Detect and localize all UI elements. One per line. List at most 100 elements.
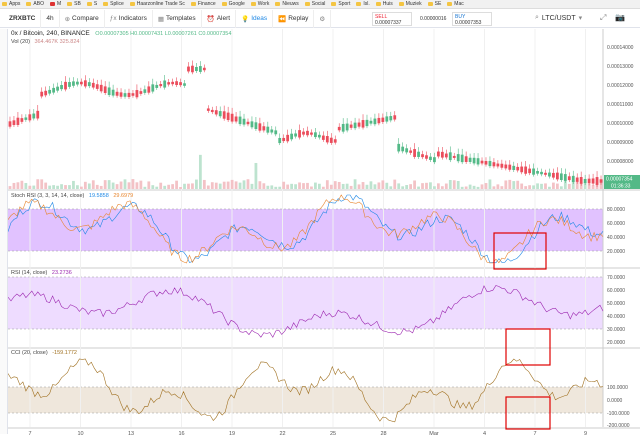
- candle-body: [306, 130, 309, 136]
- indicators-button[interactable]: ƒx Indicators: [105, 9, 153, 28]
- replay-button[interactable]: ⏪ Replay: [273, 9, 315, 28]
- candle-body: [460, 154, 464, 163]
- compare-button[interactable]: ⊕ Compare: [60, 9, 105, 28]
- folder-icon: [275, 2, 281, 6]
- candle-body: [274, 130, 278, 135]
- volume-bar: [567, 183, 571, 189]
- bookmark-17[interactable]: Mac: [447, 1, 464, 7]
- bookmark-13[interactable]: Isl.: [356, 1, 370, 7]
- bookmark-14[interactable]: Huis: [375, 1, 393, 7]
- bookmark-8[interactable]: Google: [221, 1, 245, 7]
- volume-bar: [369, 181, 373, 189]
- compare-icon: ⊕: [64, 15, 71, 23]
- bookmark-11[interactable]: Social: [304, 1, 325, 7]
- candle-body: [266, 126, 270, 133]
- bookmark-0[interactable]: Apps: [2, 1, 20, 7]
- candle-body: [329, 137, 333, 143]
- candle-body: [20, 118, 24, 122]
- volume-bar: [60, 184, 63, 189]
- candle-body: [83, 80, 87, 87]
- bookmark-3[interactable]: SB: [67, 1, 81, 7]
- bookmarks-bar: Apps ABO M SB S Splice Haarzonline Trade Sc Fin…: [0, 0, 640, 9]
- volume-label: Vol (20): [11, 39, 30, 45]
- bookmark-9[interactable]: Work: [250, 1, 270, 7]
- bookmark-1[interactable]: ABO: [26, 1, 44, 7]
- candle-body: [393, 115, 397, 120]
- folder-icon: [103, 2, 109, 6]
- time-tick-label: 16: [178, 431, 184, 437]
- bookmark-2[interactable]: M: [49, 1, 61, 7]
- candle-body: [433, 157, 436, 163]
- ideas-label: Ideas: [251, 15, 268, 22]
- time-tick-label: 10: [77, 431, 83, 437]
- bookmark-16[interactable]: SE: [427, 1, 441, 7]
- symbol-button[interactable]: ZRXBTC: [4, 9, 42, 28]
- candle-body: [504, 164, 508, 169]
- bookmark-12[interactable]: Sport: [331, 1, 350, 7]
- candle-body: [218, 111, 222, 117]
- candle-body: [107, 87, 111, 96]
- folder-icon: [331, 2, 337, 6]
- candle-body: [484, 161, 488, 165]
- bookmark-15[interactable]: Muziek: [398, 1, 422, 7]
- volume-bar: [147, 181, 151, 189]
- gmail-icon: [49, 2, 55, 6]
- interval-button[interactable]: 4h: [41, 9, 60, 28]
- camera-icon[interactable]: 📷: [615, 13, 625, 22]
- candle-body: [444, 153, 448, 158]
- candle-body: [286, 134, 290, 142]
- candle-body: [40, 91, 44, 97]
- folder-icon: [250, 2, 256, 6]
- volume-bar: [155, 186, 159, 189]
- bookmark-label: Work: [257, 1, 270, 7]
- volume-bar: [270, 185, 274, 189]
- volume-bar: [198, 154, 202, 189]
- ideas-button[interactable]: 💡 Ideas: [236, 9, 274, 28]
- volume-bar: [421, 183, 424, 189]
- bookmark-10[interactable]: Nieuws: [275, 1, 299, 7]
- cci-legend: CCI (20, close) -159.1772: [11, 350, 77, 356]
- alert-label: Alert: [216, 15, 231, 22]
- volume-bar: [246, 179, 250, 189]
- settings-button[interactable]: ⚙: [314, 9, 332, 28]
- fullscreen-icon[interactable]: ⤢: [600, 13, 606, 23]
- volume-bar: [8, 186, 12, 189]
- templates-button[interactable]: ▦ Templates: [153, 9, 202, 28]
- volume-values: 364.467K 325.824: [34, 39, 80, 45]
- timer-label: 01:36:33: [611, 184, 631, 190]
- candle-body: [369, 120, 373, 124]
- indicator-tick-label: -100.0000: [607, 411, 630, 417]
- volume-bar: [329, 184, 333, 189]
- volume-bar: [476, 186, 480, 189]
- candle-body: [246, 121, 250, 125]
- candle-body: [599, 179, 603, 183]
- bookmark-5[interactable]: Splice: [103, 1, 124, 7]
- bookmark-6[interactable]: Haarzonline Trade Sc: [129, 1, 185, 7]
- pair-select[interactable]: ⌕ LTC/USDT ▾: [535, 14, 582, 22]
- candle-body: [270, 129, 274, 133]
- candle-body: [210, 109, 214, 113]
- rsi-value: 23.2736: [51, 270, 72, 276]
- volume-bar: [83, 181, 87, 189]
- pair-select-value: LTC/USDT: [541, 14, 576, 22]
- bookmark-7[interactable]: Finance: [190, 1, 216, 7]
- indicator-tick-label: 40.0000: [607, 235, 625, 241]
- candle-body: [575, 177, 579, 182]
- volume-bar: [206, 185, 210, 189]
- candle-body: [353, 122, 357, 129]
- candle-body: [452, 155, 456, 158]
- sell-button[interactable]: SELL 0.00007337: [372, 12, 412, 26]
- buy-button[interactable]: BUY 0.00007353: [452, 12, 492, 26]
- alert-button[interactable]: ⏰ Alert: [202, 9, 237, 28]
- candle-body: [528, 168, 532, 174]
- candle-body: [147, 86, 151, 93]
- volume-bar: [512, 181, 516, 189]
- volume-bar: [103, 180, 107, 189]
- bookmark-4[interactable]: S: [86, 1, 97, 7]
- candle-body: [373, 118, 377, 125]
- volume-bar: [417, 186, 420, 189]
- chart-area[interactable]: 7 10 13 16 19 22 25 28 Mar 4 7 9 0.00014000 0.0001300…: [8, 29, 640, 441]
- bookmark-label: Isl.: [363, 1, 370, 7]
- volume-bar: [95, 184, 99, 189]
- volume-bar: [226, 181, 230, 189]
